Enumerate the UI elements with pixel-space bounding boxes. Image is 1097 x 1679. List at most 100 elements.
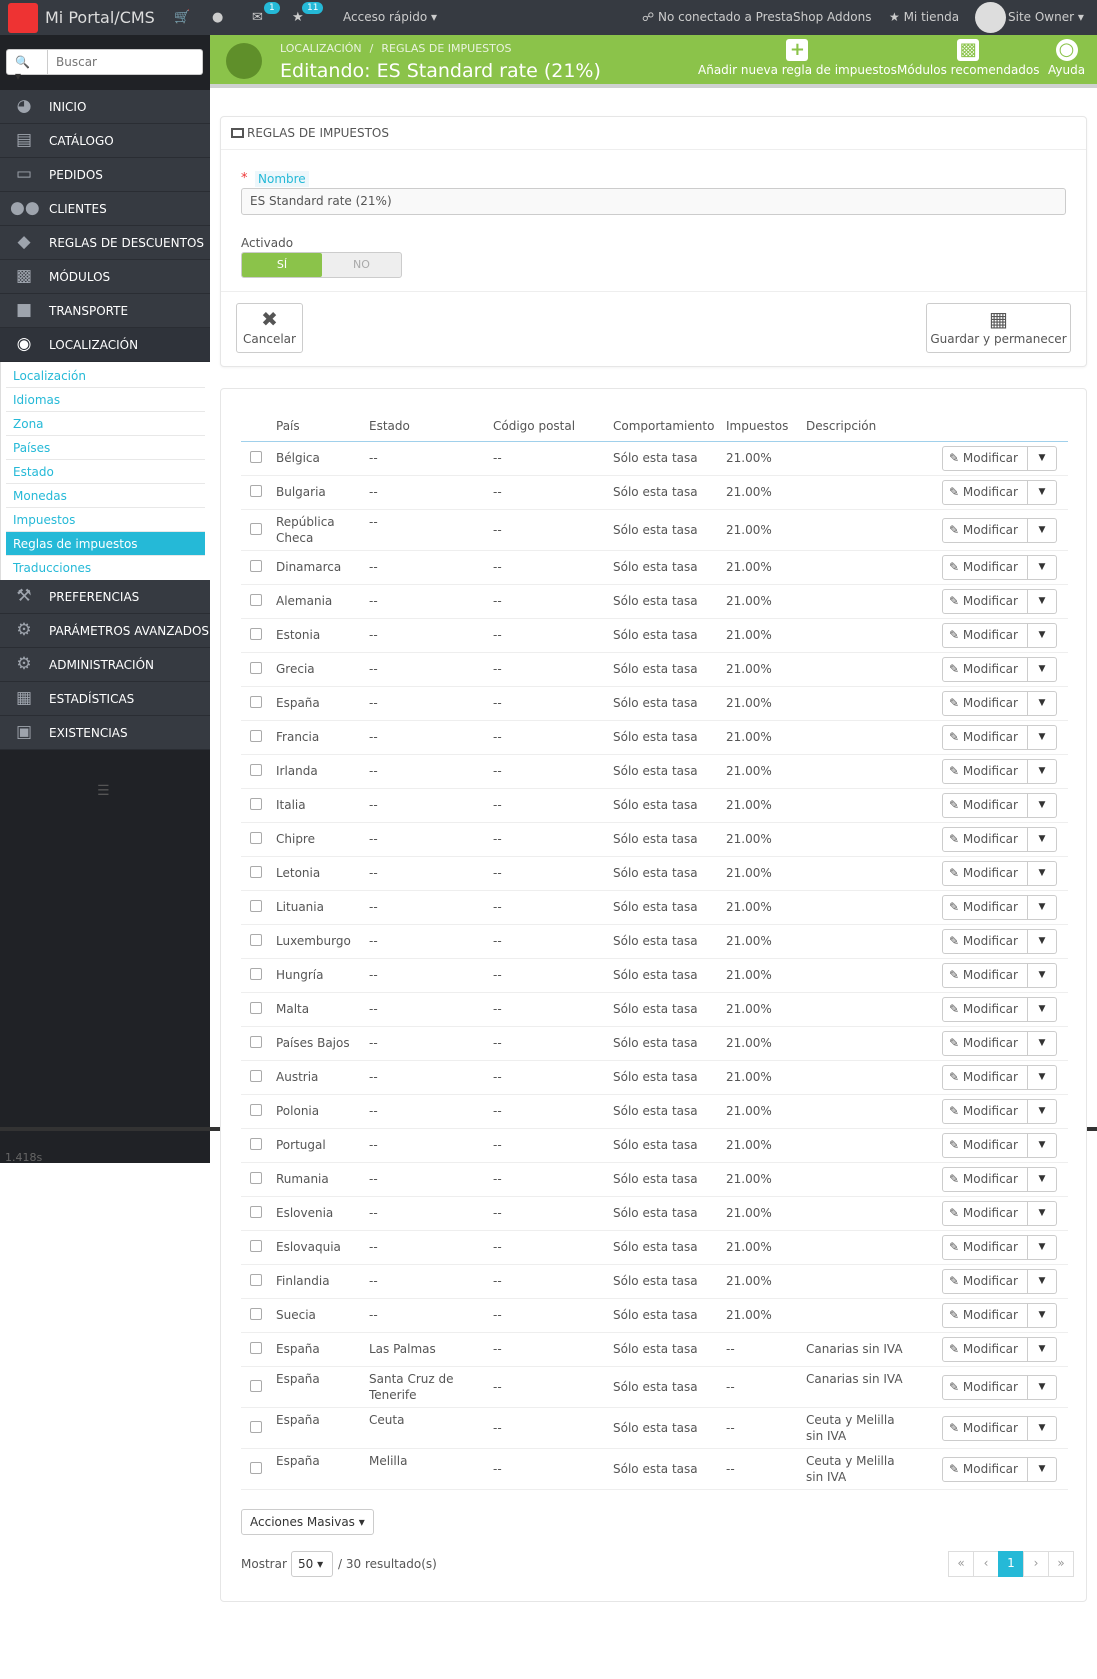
row-actions-dropdown[interactable]: ▼: [1028, 589, 1057, 614]
row-actions-dropdown[interactable]: ▼: [1028, 657, 1057, 682]
row-checkbox[interactable]: [250, 1002, 262, 1014]
row-checkbox[interactable]: [250, 1308, 262, 1320]
row-checkbox[interactable]: [250, 968, 262, 980]
row-checkbox[interactable]: [250, 1138, 262, 1150]
modify-button[interactable]: ✎ Modificar: [942, 555, 1028, 580]
first-page-button[interactable]: «: [948, 1551, 974, 1577]
subitem-impuestos[interactable]: Impuestos: [6, 508, 205, 532]
modify-button[interactable]: ✎ Modificar: [942, 1065, 1028, 1090]
modify-button[interactable]: ✎ Modificar: [942, 725, 1028, 750]
row-actions-dropdown[interactable]: ▼: [1028, 1337, 1057, 1362]
modify-button[interactable]: ✎ Modificar: [942, 517, 1028, 543]
row-checkbox[interactable]: [250, 1070, 262, 1082]
help-button[interactable]: ○ Ayuda: [1048, 39, 1085, 77]
row-actions-dropdown[interactable]: ▼: [1028, 555, 1057, 580]
subitem-estado[interactable]: Estado: [6, 460, 205, 484]
modify-button[interactable]: ✎ Modificar: [942, 1303, 1028, 1328]
switch-yes[interactable]: SÍ: [242, 253, 322, 277]
sidebar-item-preferencias[interactable]: ⚒ PREFERENCIAS: [0, 580, 210, 614]
modify-button[interactable]: ✎ Modificar: [942, 1133, 1028, 1158]
modify-button[interactable]: ✎ Modificar: [942, 997, 1028, 1022]
menu-collapse-icon[interactable]: ☰: [97, 783, 110, 799]
row-actions-dropdown[interactable]: ▼: [1028, 1167, 1057, 1192]
pointer-hand-icon[interactable]: [8, 3, 38, 33]
row-actions-dropdown[interactable]: ▼: [1028, 446, 1057, 471]
row-actions-dropdown[interactable]: ▼: [1028, 861, 1057, 886]
modify-button[interactable]: ✎ Modificar: [942, 861, 1028, 886]
row-actions-dropdown[interactable]: ▼: [1028, 1415, 1057, 1441]
subitem-idiomas[interactable]: Idiomas: [6, 388, 205, 412]
row-checkbox[interactable]: [250, 1342, 262, 1354]
row-actions-dropdown[interactable]: ▼: [1028, 1374, 1057, 1400]
breadcrumb-localizacion[interactable]: LOCALIZACIÓN: [280, 42, 362, 55]
row-checkbox[interactable]: [250, 560, 262, 572]
next-page-button[interactable]: ›: [1023, 1551, 1049, 1577]
modify-button[interactable]: ✎ Modificar: [942, 657, 1028, 682]
recommended-modules-button[interactable]: ▩ Módulos recomendados: [897, 39, 1040, 77]
row-actions-dropdown[interactable]: ▼: [1028, 793, 1057, 818]
row-checkbox[interactable]: [250, 1240, 262, 1252]
row-actions-dropdown[interactable]: ▼: [1028, 1065, 1057, 1090]
modify-button[interactable]: ✎ Modificar: [942, 1031, 1028, 1056]
row-checkbox[interactable]: [250, 1420, 262, 1433]
row-checkbox[interactable]: [250, 1036, 262, 1048]
modify-button[interactable]: ✎ Modificar: [942, 1099, 1028, 1124]
row-checkbox[interactable]: [250, 934, 262, 946]
row-actions-dropdown[interactable]: ▼: [1028, 623, 1057, 648]
switch-no[interactable]: NO: [322, 253, 401, 277]
sidebar-item-administracion[interactable]: ⚙ ADMINISTRACIÓN: [0, 648, 210, 682]
sidebar-item-pedidos[interactable]: ▭ PEDIDOS: [0, 158, 210, 192]
row-actions-dropdown[interactable]: ▼: [1028, 929, 1057, 954]
row-checkbox[interactable]: [250, 1461, 262, 1474]
modify-button[interactable]: ✎ Modificar: [942, 759, 1028, 784]
row-actions-dropdown[interactable]: ▼: [1028, 827, 1057, 852]
modify-button[interactable]: ✎ Modificar: [942, 963, 1028, 988]
modify-button[interactable]: ✎ Modificar: [942, 1415, 1028, 1441]
row-checkbox[interactable]: [250, 764, 262, 776]
subitem-zona[interactable]: Zona: [6, 412, 205, 436]
page-1-button[interactable]: 1: [998, 1551, 1024, 1577]
row-actions-dropdown[interactable]: ▼: [1028, 1303, 1057, 1328]
sidebar-item-descuentos[interactable]: ◆ REGLAS DE DESCUENTOS: [0, 226, 210, 260]
modify-button[interactable]: ✎ Modificar: [942, 1456, 1028, 1482]
modify-button[interactable]: ✎ Modificar: [942, 1374, 1028, 1400]
row-actions-dropdown[interactable]: ▼: [1028, 517, 1057, 543]
row-actions-dropdown[interactable]: ▼: [1028, 997, 1057, 1022]
modify-button[interactable]: ✎ Modificar: [942, 793, 1028, 818]
sidebar-item-modulos[interactable]: ▩ MÓDULOS: [0, 260, 210, 294]
user-icon[interactable]: ●: [212, 10, 228, 25]
row-checkbox[interactable]: [250, 451, 262, 463]
modify-button[interactable]: ✎ Modificar: [942, 929, 1028, 954]
add-tax-rule-button[interactable]: + Añadir nueva regla de impuestos: [698, 39, 897, 77]
row-actions-dropdown[interactable]: ▼: [1028, 1031, 1057, 1056]
subitem-traducciones[interactable]: Traducciones: [6, 556, 205, 580]
prev-page-button[interactable]: ‹: [973, 1551, 999, 1577]
modify-button[interactable]: ✎ Modificar: [942, 895, 1028, 920]
bulk-actions-button[interactable]: Acciones Masivas ▾: [241, 1509, 374, 1535]
row-checkbox[interactable]: [250, 798, 262, 810]
modify-button[interactable]: ✎ Modificar: [942, 1235, 1028, 1260]
sidebar-item-inicio[interactable]: ◕ INICIO: [0, 90, 210, 124]
brand-name[interactable]: Mi Portal/CMS: [45, 8, 155, 27]
sidebar-item-catalogo[interactable]: ▤ CATÁLOGO: [0, 124, 210, 158]
row-actions-dropdown[interactable]: ▼: [1028, 895, 1057, 920]
row-checkbox[interactable]: [250, 1206, 262, 1218]
row-actions-dropdown[interactable]: ▼: [1028, 1201, 1057, 1226]
row-actions-dropdown[interactable]: ▼: [1028, 963, 1057, 988]
modify-button[interactable]: ✎ Modificar: [942, 827, 1028, 852]
modify-button[interactable]: ✎ Modificar: [942, 1201, 1028, 1226]
row-actions-dropdown[interactable]: ▼: [1028, 1456, 1057, 1482]
avatar[interactable]: [975, 2, 1006, 33]
owner-menu[interactable]: Site Owner ▾: [1008, 10, 1084, 24]
row-checkbox[interactable]: [250, 628, 262, 640]
cart-icon[interactable]: 🛒: [174, 10, 190, 25]
sidebar-item-estadisticas[interactable]: ▦ ESTADÍSTICAS: [0, 682, 210, 716]
search-icon[interactable]: 🔍 ▾: [6, 49, 48, 83]
row-actions-dropdown[interactable]: ▼: [1028, 1133, 1057, 1158]
row-actions-dropdown[interactable]: ▼: [1028, 1269, 1057, 1294]
row-actions-dropdown[interactable]: ▼: [1028, 691, 1057, 716]
row-checkbox[interactable]: [250, 1274, 262, 1286]
modify-button[interactable]: ✎ Modificar: [942, 1269, 1028, 1294]
modify-button[interactable]: ✎ Modificar: [942, 480, 1028, 505]
subitem-reglas-impuestos[interactable]: Reglas de impuestos: [6, 532, 205, 556]
